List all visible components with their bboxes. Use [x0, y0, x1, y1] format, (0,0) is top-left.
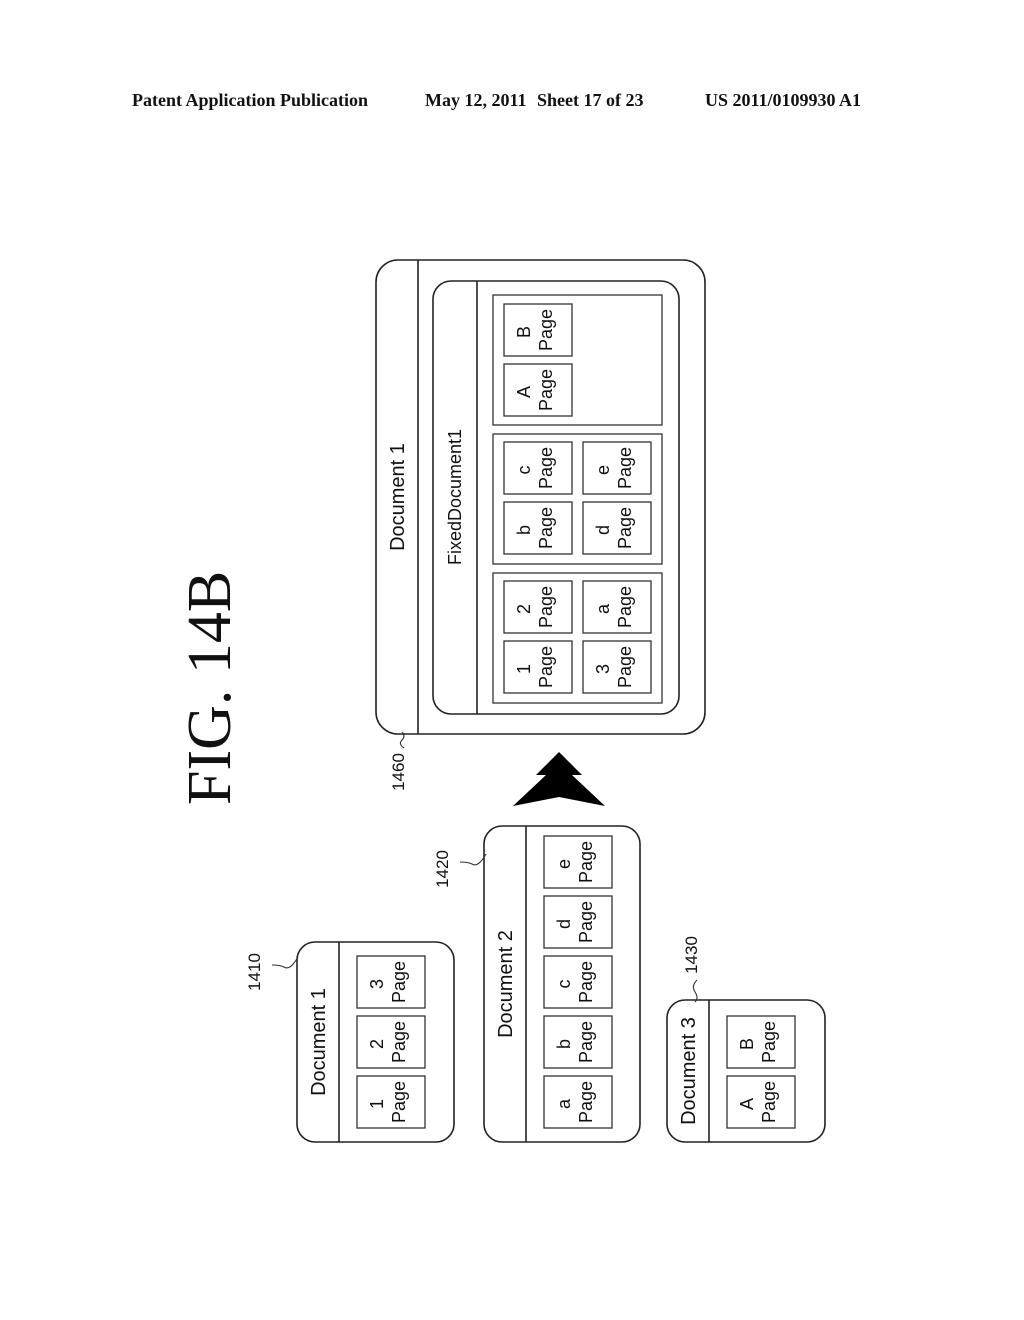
page-label: c: [554, 980, 574, 989]
page-tile: d Page: [582, 501, 652, 555]
page-word: Page: [576, 1021, 596, 1063]
merge-arrow-icon: [513, 752, 605, 806]
page-label: 3: [367, 979, 387, 989]
page-tile: c Page: [543, 955, 613, 1009]
page-tile: A Page: [503, 363, 573, 417]
page-word: Page: [576, 961, 596, 1003]
page-label: 1: [514, 664, 534, 674]
figure-diagram: FIG. 14B Document 11 Page2 Page3 Page1410 Do…: [176, 259, 826, 1143]
leader-line-1410: [271, 956, 299, 969]
page-word: Page: [536, 586, 556, 628]
page-tile: b Page: [543, 1015, 613, 1069]
page-word: Page: [759, 1021, 779, 1063]
document-title: Document 2: [495, 930, 517, 1038]
page-label: 1: [367, 1099, 387, 1109]
page-tile: c Page: [503, 441, 573, 495]
page-tile: 2 Page: [503, 580, 573, 634]
page-group-2: b Pagec Paged Pagee Page: [492, 433, 663, 565]
page-word: Page: [536, 369, 556, 411]
page-word: Page: [389, 961, 409, 1003]
page-label: e: [554, 859, 574, 869]
fixed-document: FixedDocument11 Page2 Page3 Pagea Pageb Pagec…: [432, 280, 680, 715]
page-tile: 3 Page: [582, 640, 652, 694]
fixed-document-title: FixedDocument1: [445, 429, 465, 565]
reference-1430: 1430: [682, 936, 701, 974]
page-word: Page: [759, 1081, 779, 1123]
page-label: b: [554, 1039, 574, 1049]
page-label: a: [593, 603, 613, 614]
leader-line-1430: [692, 979, 698, 1003]
page-label: 3: [593, 664, 613, 674]
page-label: d: [554, 919, 574, 929]
page-word: Page: [615, 586, 635, 628]
page-tile: e Page: [543, 835, 613, 889]
document-title: Document 1: [308, 988, 330, 1096]
reference-1420: 1420: [433, 850, 452, 888]
page-tile: 3 Page: [356, 955, 426, 1009]
leader-line-1420: [459, 853, 487, 866]
page-tile: 1 Page: [356, 1075, 426, 1129]
page-label: B: [514, 326, 534, 338]
page-word: Page: [389, 1021, 409, 1063]
page-tile: A Page: [726, 1075, 796, 1129]
page-word: Page: [389, 1081, 409, 1123]
page-group-1: 1 Page2 Page3 Pagea Page: [492, 572, 663, 704]
page-tile: 2 Page: [356, 1015, 426, 1069]
page-word: Page: [576, 1081, 596, 1123]
page-word: Page: [536, 646, 556, 688]
page-tile: 1 Page: [503, 640, 573, 694]
page-tile: B Page: [503, 303, 573, 357]
page-label: 2: [514, 604, 534, 614]
page-word: Page: [615, 646, 635, 688]
page-tile: a Page: [543, 1075, 613, 1129]
page-label: a: [554, 1098, 574, 1109]
document-title: Document 1: [387, 443, 409, 551]
page-word: Page: [536, 447, 556, 489]
page-label: B: [737, 1038, 757, 1050]
page-label: 2: [367, 1039, 387, 1049]
page-label: A: [737, 1098, 757, 1110]
page-label: A: [514, 386, 534, 398]
page-label: d: [593, 525, 613, 535]
figure-title: FIG. 14B: [176, 571, 244, 805]
page-word: Page: [576, 901, 596, 943]
document-title: Document 3: [678, 1017, 700, 1125]
page-word: Page: [536, 309, 556, 351]
page-group-3: A PageB Page: [492, 294, 663, 426]
page-tile: e Page: [582, 441, 652, 495]
page-label: b: [514, 525, 534, 535]
page-word: Page: [536, 507, 556, 549]
page-tile: a Page: [582, 580, 652, 634]
page-tile: b Page: [503, 501, 573, 555]
page-label: c: [514, 466, 534, 475]
page-word: Page: [615, 447, 635, 489]
reference-1410: 1410: [245, 953, 264, 991]
page-tile: d Page: [543, 895, 613, 949]
page-tile: B Page: [726, 1015, 796, 1069]
page-word: Page: [615, 507, 635, 549]
page-label: e: [593, 465, 613, 475]
page-word: Page: [576, 841, 596, 883]
reference-1460: 1460: [389, 753, 408, 791]
